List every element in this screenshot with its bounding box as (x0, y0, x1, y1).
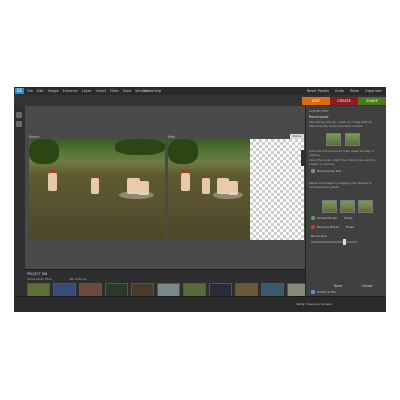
done-button[interactable]: Done (328, 283, 348, 289)
project-bin-header: PROJECT BIN (27, 272, 48, 276)
panel-step1: Click the icons below to mark areas to k… (309, 149, 374, 157)
panel-intro: Recompose lets you resize an image witho… (309, 120, 372, 128)
status-text: Verify close your screen (296, 302, 332, 306)
brush-size-slider[interactable] (311, 239, 357, 245)
guided-edit-panel: GUIDED EDIT Recompose Recompose lets you… (305, 106, 386, 296)
zoom-tool-icon[interactable] (16, 112, 22, 118)
slider-knob[interactable] (343, 239, 347, 245)
recompose-tool-label: Recompose Tool (317, 169, 342, 173)
photo-thumbnail[interactable] (27, 283, 50, 297)
actions-icon (311, 290, 315, 294)
transparent-area (250, 139, 304, 240)
photo-thumbnail[interactable] (261, 283, 284, 297)
transparency-checkerboard (250, 139, 304, 240)
remove-erase-label[interactable]: Erase (346, 225, 354, 229)
panel-step2: Using the brush, mark the content you wa… (309, 158, 375, 166)
show-open-files-dropdown[interactable]: Show Open Files (27, 277, 52, 281)
panel-collapse-arrow[interactable] (301, 150, 306, 166)
foliage (29, 139, 59, 164)
menu-items: File Edit Image Enhance Layer Select Filter Vie… (27, 87, 161, 95)
actions-row[interactable]: Action & File (311, 290, 336, 294)
tools-panel (14, 106, 25, 296)
photo-thumbnail[interactable] (105, 283, 128, 297)
resize-option-icon[interactable] (358, 200, 373, 213)
cancel-button[interactable]: Cancel (356, 283, 378, 289)
resize-option-icon[interactable] (322, 200, 337, 213)
photo-thumbnail[interactable] (183, 283, 206, 297)
after-photo (168, 139, 304, 240)
tab-edit[interactable]: EDIT (302, 97, 330, 105)
bin-options: Show Open Files Bin Actions (27, 277, 86, 281)
child-figure (181, 173, 190, 191)
canvas-area: Before After Done (25, 106, 305, 269)
tab-share[interactable]: SHARE (358, 97, 386, 105)
menu-item-file[interactable]: File (27, 87, 33, 95)
panel-section: GUIDED EDIT (309, 109, 329, 113)
status-bar: Verify close your screen (14, 296, 386, 312)
water-splash (119, 191, 154, 199)
photo-thumbnail[interactable] (79, 283, 102, 297)
child-figure (202, 178, 210, 194)
workspace-tabs: EDIT CREATE SHARE (302, 97, 386, 105)
protect-brush-icon (311, 216, 315, 220)
menu-item-view[interactable]: View (123, 87, 131, 95)
brush-size-label: Brush Size (311, 234, 327, 238)
menu-item-help[interactable]: Help (153, 87, 161, 95)
recompose-tool-row[interactable]: Recompose Tool (311, 169, 341, 173)
photo-thumbnail[interactable] (235, 283, 258, 297)
child-figure (48, 173, 57, 191)
child-figure (91, 178, 99, 194)
foliage (168, 139, 198, 164)
photoshop-elements-window: EE File Edit Image Enhance Layer Select Filter… (14, 87, 386, 312)
foliage (115, 139, 165, 155)
remove-brush-label: Remove Brush (317, 225, 339, 229)
before-photo (29, 139, 165, 240)
project-bin: PROJECT BIN Show Open Files Bin Actions (25, 269, 310, 297)
protect-erase-label[interactable]: Erase (344, 216, 352, 220)
panel-title: Recompose (309, 115, 329, 119)
photo-thumbnail[interactable] (209, 283, 232, 297)
actions-label: Action & File (317, 290, 336, 294)
panel-step3: Resize the image by dragging the handles… (309, 181, 372, 189)
menu-bar: EE File Edit Image Enhance Layer Select Filter… (14, 87, 386, 95)
thumbnail-strip (27, 283, 310, 297)
hand-tool-icon[interactable] (16, 121, 22, 127)
photo-thumbnail[interactable] (157, 283, 180, 297)
protect-brush-row[interactable]: Protect Brush Erase (311, 216, 353, 220)
menu-item-image[interactable]: Image (48, 87, 59, 95)
undo-group: Undo (144, 87, 153, 95)
water-splash (213, 191, 243, 199)
menu-item-edit[interactable]: Edit (37, 87, 44, 95)
menu-item-filter[interactable]: Filter (110, 87, 119, 95)
menu-right-organizer[interactable]: Organizer (365, 87, 382, 95)
menu-item-enhance[interactable]: Enhance (63, 87, 78, 95)
menu-right-undo[interactable]: Undo (335, 87, 344, 95)
menu-item-layer[interactable]: Layer (82, 87, 92, 95)
app-logo: EE (15, 88, 24, 94)
recompose-example-icon (345, 133, 360, 146)
undo-menu[interactable]: Undo (144, 87, 153, 95)
photo-thumbnail[interactable] (131, 283, 154, 297)
menu-item-select[interactable]: Select (95, 87, 106, 95)
recompose-example-icon (326, 133, 341, 146)
photo-thumbnail[interactable] (53, 283, 76, 297)
tab-create[interactable]: CREATE (330, 97, 358, 105)
recompose-tool-icon (311, 169, 315, 173)
menu-right-reset-panels[interactable]: Reset Panels (307, 87, 329, 95)
remove-brush-icon (311, 225, 315, 229)
resize-option-icon[interactable] (340, 200, 355, 213)
menu-right-items: Reset Panels Undo Redo Organizer (307, 87, 382, 95)
bin-actions-menu[interactable]: Bin Actions (70, 277, 87, 281)
protect-brush-label: Protect Brush (317, 216, 338, 220)
remove-brush-row[interactable]: Remove Brush Erase (311, 225, 354, 229)
menu-right-redo[interactable]: Redo (350, 87, 359, 95)
